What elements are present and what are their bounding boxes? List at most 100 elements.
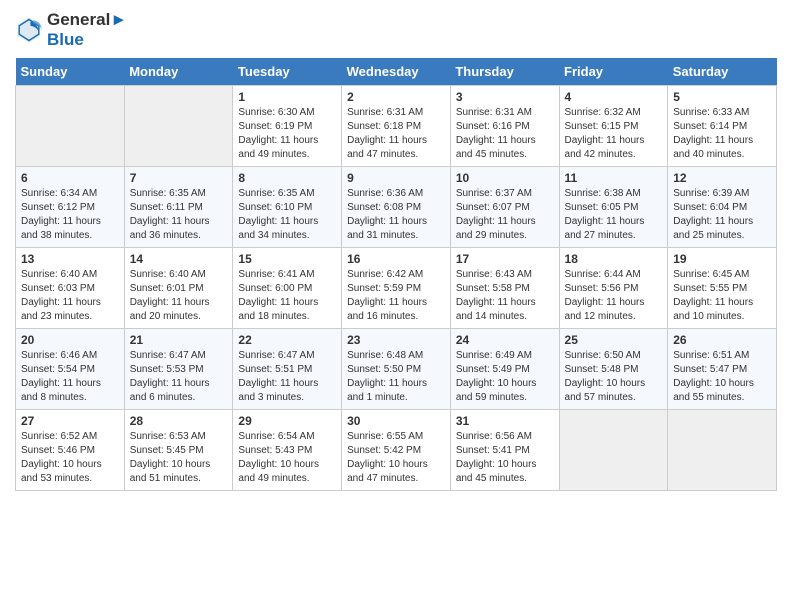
day-number: 26: [673, 333, 771, 347]
calendar-cell: 8 Sunrise: 6:35 AMSunset: 6:10 PMDaylight…: [233, 167, 342, 248]
day-number: 11: [565, 171, 663, 185]
day-number: 20: [21, 333, 119, 347]
column-header-sunday: Sunday: [16, 58, 125, 86]
day-info: Sunrise: 6:41 AMSunset: 6:00 PMDaylight:…: [238, 268, 336, 324]
day-number: 12: [673, 171, 771, 185]
calendar-cell: 16Sunrise: 6:42 AMSunset: 5:59 PMDayligh…: [342, 248, 451, 329]
day-number: 19: [673, 252, 771, 266]
day-number: 5: [673, 90, 771, 104]
day-number: 13: [21, 252, 119, 266]
calendar-cell: 2 Sunrise: 6:31 AMSunset: 6:18 PMDaylight…: [342, 86, 451, 167]
column-header-saturday: Saturday: [668, 58, 777, 86]
calendar-cell: 18 Sunrise: 6:44 AMSunset: 5:56 PMDayligh…: [559, 248, 668, 329]
day-info: Sunrise: 6:53 AMSunset: 5:45 PMDaylight:…: [130, 430, 228, 486]
calendar-cell: 21 Sunrise: 6:47 AMSunset: 5:53 PMDayligh…: [124, 329, 233, 410]
day-info: Sunrise: 6:45 AMSunset: 5:55 PMDaylight:…: [673, 268, 771, 324]
calendar-cell: 29 Sunrise: 6:54 AMSunset: 5:43 PMDayligh…: [233, 410, 342, 491]
calendar-cell: 28 Sunrise: 6:53 AMSunset: 5:45 PMDayligh…: [124, 410, 233, 491]
day-number: 8: [238, 171, 336, 185]
day-info: Sunrise: 6:33 AMSunset: 6:14 PMDaylight:…: [673, 106, 771, 162]
logo: General► Blue: [15, 10, 127, 50]
calendar-week-5: 27 Sunrise: 6:52 AMSunset: 5:46 PMDayligh…: [16, 410, 777, 491]
calendar-cell: 1 Sunrise: 6:30 AMSunset: 6:19 PMDaylight…: [233, 86, 342, 167]
day-info: Sunrise: 6:48 AMSunset: 5:50 PMDaylight:…: [347, 349, 445, 405]
column-header-thursday: Thursday: [450, 58, 559, 86]
day-number: 2: [347, 90, 445, 104]
day-number: 21: [130, 333, 228, 347]
day-number: 10: [456, 171, 554, 185]
calendar-cell: 4 Sunrise: 6:32 AMSunset: 6:15 PMDaylight…: [559, 86, 668, 167]
column-header-friday: Friday: [559, 58, 668, 86]
day-info: Sunrise: 6:42 AMSunset: 5:59 PMDaylight:…: [347, 268, 445, 324]
calendar-cell: 31 Sunrise: 6:56 AMSunset: 5:41 PMDayligh…: [450, 410, 559, 491]
calendar-cell: 12Sunrise: 6:39 AMSunset: 6:04 PMDayligh…: [668, 167, 777, 248]
day-info: Sunrise: 6:35 AMSunset: 6:11 PMDaylight:…: [130, 187, 228, 243]
day-info: Sunrise: 6:32 AMSunset: 6:15 PMDaylight:…: [565, 106, 663, 162]
day-number: 7: [130, 171, 228, 185]
day-number: 30: [347, 414, 445, 428]
calendar-cell: 11Sunrise: 6:38 AMSunset: 6:05 PMDayligh…: [559, 167, 668, 248]
logo-text: General► Blue: [47, 10, 127, 50]
calendar-cell: 6 Sunrise: 6:34 AMSunset: 6:12 PMDaylight…: [16, 167, 125, 248]
day-info: Sunrise: 6:47 AMSunset: 5:53 PMDaylight:…: [130, 349, 228, 405]
day-number: 4: [565, 90, 663, 104]
calendar-cell: 13 Sunrise: 6:40 AMSunset: 6:03 PMDayligh…: [16, 248, 125, 329]
page-header: General► Blue: [15, 10, 777, 50]
day-info: Sunrise: 6:44 AMSunset: 5:56 PMDaylight:…: [565, 268, 663, 324]
day-number: 9: [347, 171, 445, 185]
calendar-cell: 17Sunrise: 6:43 AMSunset: 5:58 PMDayligh…: [450, 248, 559, 329]
day-info: Sunrise: 6:55 AMSunset: 5:42 PMDaylight:…: [347, 430, 445, 486]
calendar-cell: 9Sunrise: 6:36 AMSunset: 6:08 PMDaylight…: [342, 167, 451, 248]
day-number: 25: [565, 333, 663, 347]
calendar-cell: 25 Sunrise: 6:50 AMSunset: 5:48 PMDayligh…: [559, 329, 668, 410]
day-info: Sunrise: 6:54 AMSunset: 5:43 PMDaylight:…: [238, 430, 336, 486]
day-number: 23: [347, 333, 445, 347]
day-number: 29: [238, 414, 336, 428]
day-info: Sunrise: 6:30 AMSunset: 6:19 PMDaylight:…: [238, 106, 336, 162]
calendar-cell: 27 Sunrise: 6:52 AMSunset: 5:46 PMDayligh…: [16, 410, 125, 491]
calendar-cell: [16, 86, 125, 167]
day-number: 31: [456, 414, 554, 428]
day-number: 3: [456, 90, 554, 104]
calendar-cell: 30 Sunrise: 6:55 AMSunset: 5:42 PMDayligh…: [342, 410, 451, 491]
calendar-table: SundayMondayTuesdayWednesdayThursdayFrid…: [15, 58, 777, 491]
day-info: Sunrise: 6:50 AMSunset: 5:48 PMDaylight:…: [565, 349, 663, 405]
calendar-cell: 10 Sunrise: 6:37 AMSunset: 6:07 PMDayligh…: [450, 167, 559, 248]
day-info: Sunrise: 6:40 AMSunset: 6:03 PMDaylight:…: [21, 268, 119, 324]
day-info: Sunrise: 6:40 AMSunset: 6:01 PMDaylight:…: [130, 268, 228, 324]
day-info: Sunrise: 6:31 AMSunset: 6:18 PMDaylight:…: [347, 106, 445, 162]
day-number: 1: [238, 90, 336, 104]
day-info: Sunrise: 6:37 AMSunset: 6:07 PMDaylight:…: [456, 187, 554, 243]
day-info: Sunrise: 6:56 AMSunset: 5:41 PMDaylight:…: [456, 430, 554, 486]
column-header-monday: Monday: [124, 58, 233, 86]
day-info: Sunrise: 6:51 AMSunset: 5:47 PMDaylight:…: [673, 349, 771, 405]
calendar-cell: [124, 86, 233, 167]
day-number: 22: [238, 333, 336, 347]
calendar-cell: [559, 410, 668, 491]
day-number: 15: [238, 252, 336, 266]
calendar-cell: 19 Sunrise: 6:45 AMSunset: 5:55 PMDayligh…: [668, 248, 777, 329]
calendar-cell: 22 Sunrise: 6:47 AMSunset: 5:51 PMDayligh…: [233, 329, 342, 410]
day-number: 28: [130, 414, 228, 428]
day-info: Sunrise: 6:46 AMSunset: 5:54 PMDaylight:…: [21, 349, 119, 405]
calendar-cell: 20 Sunrise: 6:46 AMSunset: 5:54 PMDayligh…: [16, 329, 125, 410]
calendar-cell: 3Sunrise: 6:31 AMSunset: 6:16 PMDaylight…: [450, 86, 559, 167]
column-header-tuesday: Tuesday: [233, 58, 342, 86]
calendar-cell: 23 Sunrise: 6:48 AMSunset: 5:50 PMDayligh…: [342, 329, 451, 410]
calendar-cell: 26 Sunrise: 6:51 AMSunset: 5:47 PMDayligh…: [668, 329, 777, 410]
day-number: 18: [565, 252, 663, 266]
day-number: 14: [130, 252, 228, 266]
day-number: 27: [21, 414, 119, 428]
logo-icon: [15, 16, 43, 44]
day-info: Sunrise: 6:43 AMSunset: 5:58 PMDaylight:…: [456, 268, 554, 324]
day-info: Sunrise: 6:35 AMSunset: 6:10 PMDaylight:…: [238, 187, 336, 243]
day-info: Sunrise: 6:47 AMSunset: 5:51 PMDaylight:…: [238, 349, 336, 405]
calendar-week-1: 1 Sunrise: 6:30 AMSunset: 6:19 PMDaylight…: [16, 86, 777, 167]
calendar-week-4: 20 Sunrise: 6:46 AMSunset: 5:54 PMDayligh…: [16, 329, 777, 410]
day-info: Sunrise: 6:52 AMSunset: 5:46 PMDaylight:…: [21, 430, 119, 486]
day-info: Sunrise: 6:34 AMSunset: 6:12 PMDaylight:…: [21, 187, 119, 243]
day-number: 6: [21, 171, 119, 185]
day-number: 24: [456, 333, 554, 347]
calendar-week-3: 13 Sunrise: 6:40 AMSunset: 6:03 PMDayligh…: [16, 248, 777, 329]
day-info: Sunrise: 6:49 AMSunset: 5:49 PMDaylight:…: [456, 349, 554, 405]
